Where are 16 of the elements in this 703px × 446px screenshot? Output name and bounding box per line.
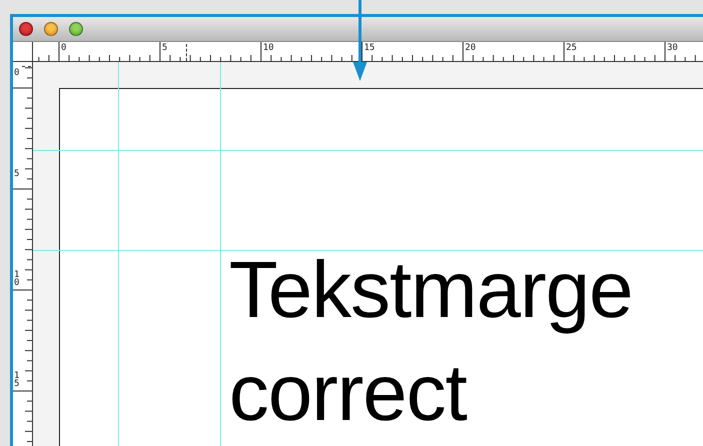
ruler-label: 15 (14, 372, 20, 388)
ruler-label: 20 (465, 43, 476, 53)
text-line: Tekstmarge (229, 255, 632, 336)
ruler-label: 5 (162, 43, 168, 53)
ruler-label: 30 (667, 43, 678, 53)
ruler-label: 0 (14, 69, 20, 77)
close-button[interactable] (19, 22, 33, 36)
zoom-button[interactable] (69, 22, 83, 36)
minimize-button[interactable] (44, 22, 58, 36)
ruler-label: 10 (263, 43, 274, 53)
text-line: correct (229, 358, 466, 439)
ruler-label: 25 (566, 43, 577, 53)
ruler-label: 0 (61, 43, 66, 53)
ruler-label: 15 (364, 43, 375, 53)
ruler-label: 5 (14, 170, 20, 178)
ruler-label: 10 (14, 271, 20, 287)
